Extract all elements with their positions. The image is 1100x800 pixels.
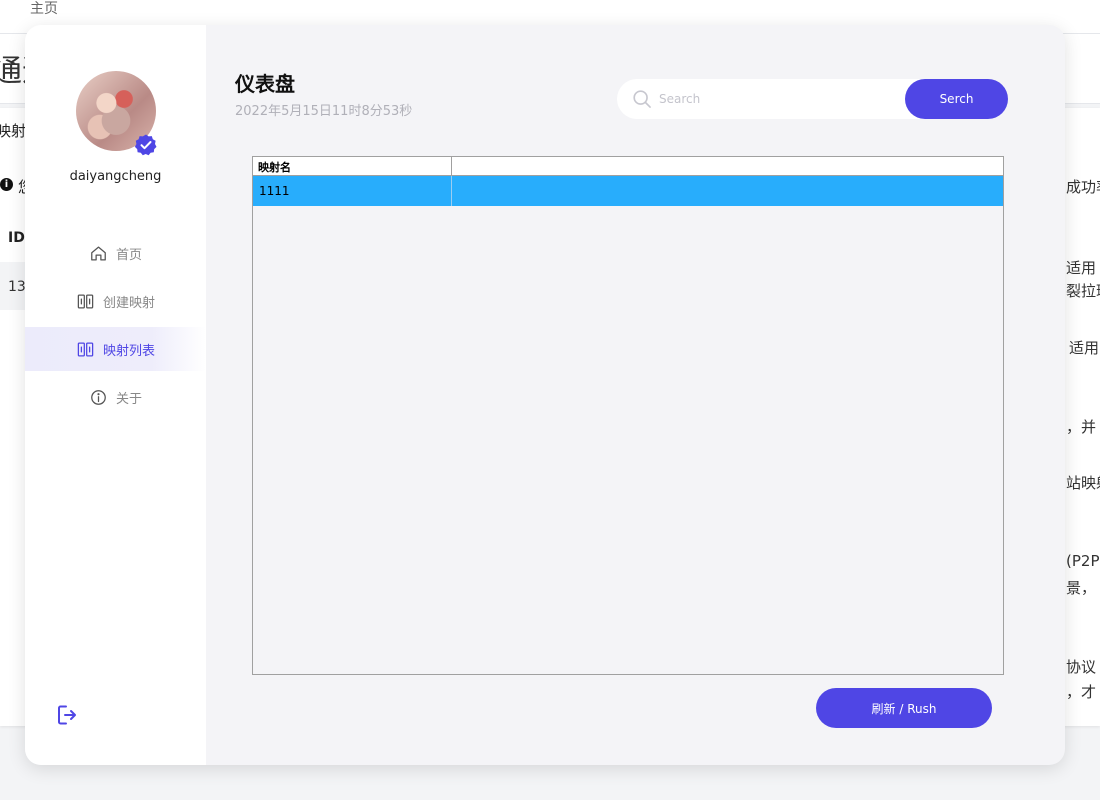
verified-badge-icon — [134, 134, 157, 156]
mapping-icon — [77, 294, 94, 308]
username: daiyangcheng — [69, 169, 162, 184]
sidebar-item-label: 关于 — [115, 391, 142, 407]
background-fragment: 站映射 — [1066, 474, 1100, 492]
sidebar-item-about[interactable]: 关于 — [25, 375, 206, 419]
search-bar: Serch — [617, 79, 1008, 119]
background-fragment: 适用 — [1066, 259, 1097, 277]
search-button[interactable]: Serch — [905, 79, 1008, 119]
background-fragment: 裂拉瑞 — [1066, 282, 1100, 300]
sidebar-item-label: 创建映射 — [102, 295, 155, 311]
search-icon — [633, 90, 651, 108]
column-header-mapping-name[interactable]: 映射名 — [253, 157, 452, 175]
sidebar-item-home[interactable]: 首页 — [25, 231, 206, 275]
sidebar-item-mapping-list[interactable]: 映射列表 — [25, 327, 206, 371]
sidebar-item-label: 首页 — [115, 247, 142, 263]
search-input[interactable] — [659, 79, 899, 119]
background-section-label: 映射 — [0, 122, 27, 140]
info-icon — [91, 389, 106, 405]
sidebar-item-label: 映射列表 — [102, 343, 155, 359]
page-datetime: 2022年5月15日11时8分53秒 — [235, 104, 413, 119]
cell-mapping-name: 1111 — [253, 176, 452, 206]
background-fragment: ，并 — [1066, 418, 1097, 436]
sidebar: daiyangcheng 首页 创建映射 映射列表 关于 — [25, 25, 206, 765]
mapping-table: 映射名 1111 — [252, 156, 1004, 675]
column-header-empty[interactable] — [452, 157, 1003, 175]
background-home-link[interactable]: 主页 — [30, 0, 58, 18]
sidebar-item-create-mapping[interactable]: 创建映射 — [25, 279, 206, 323]
background-fragment: 协议 — [1066, 658, 1097, 676]
main-content: 仪表盘 2022年5月15日11时8分53秒 Serch 映射名 1111 刷新… — [206, 25, 1065, 765]
mapping-list-icon — [77, 342, 94, 356]
background-info-icon: i — [0, 178, 13, 191]
background-fragment: 成功率 — [1066, 178, 1100, 196]
background-fragment: 适用 — [1069, 339, 1100, 357]
background-fragment: ，才 — [1066, 683, 1097, 701]
cell-value — [452, 176, 1003, 206]
logout-icon[interactable] — [55, 703, 79, 727]
background-fragment: 景， — [1066, 579, 1097, 597]
avatar-container — [76, 71, 157, 156]
sidebar-nav: 首页 创建映射 映射列表 关于 — [25, 231, 206, 423]
dashboard-window: daiyangcheng 首页 创建映射 映射列表 关于 仪表盘 2022年5月… — [25, 25, 1065, 765]
background-fragment: (P2P — [1066, 552, 1100, 570]
table-row[interactable]: 1111 — [253, 176, 1003, 206]
page-title: 仪表盘 — [235, 72, 295, 96]
table-header: 映射名 — [253, 157, 1003, 176]
refresh-button[interactable]: 刷新 / Rush — [816, 688, 992, 728]
home-icon — [91, 246, 106, 260]
